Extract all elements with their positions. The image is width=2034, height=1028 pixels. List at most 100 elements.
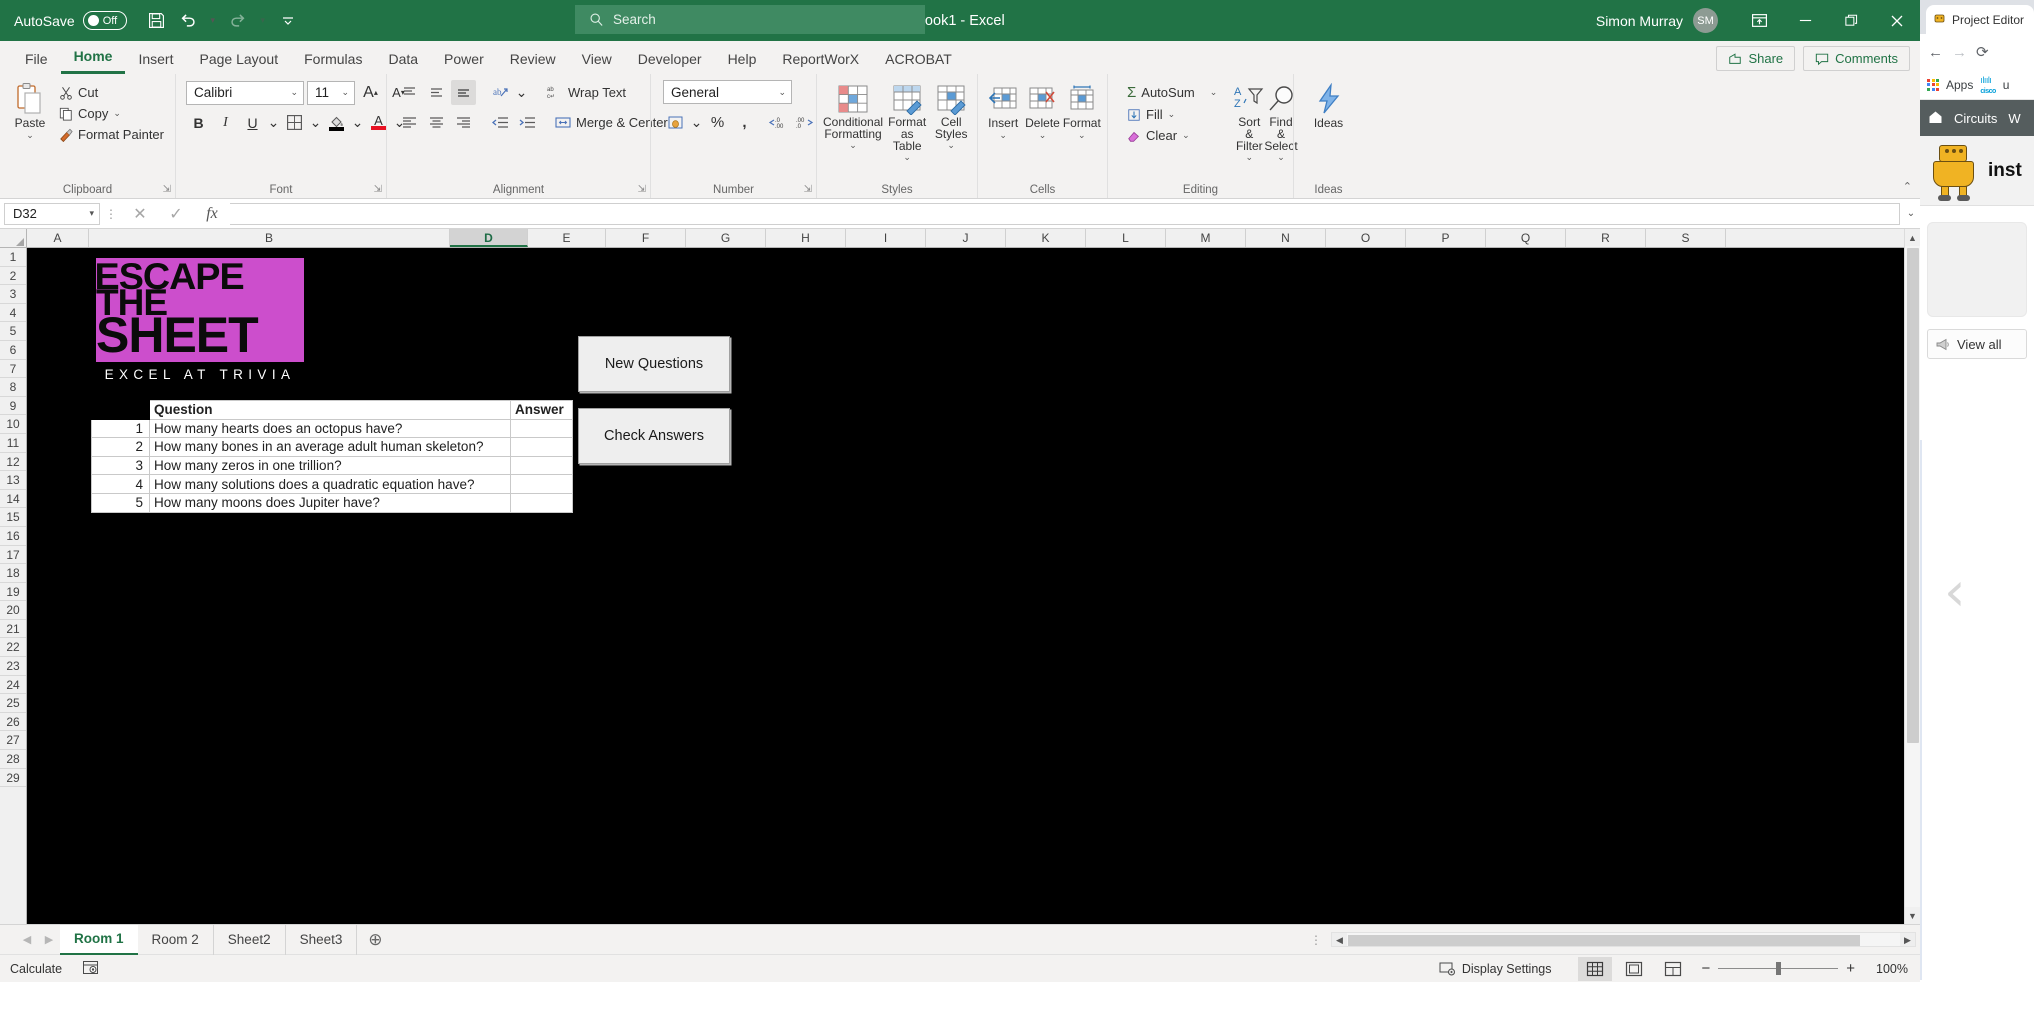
row-header[interactable]: 17 [0,546,26,565]
row-header[interactable]: 19 [0,583,26,602]
row-header[interactable]: 23 [0,657,26,676]
row-header[interactable]: 1 [0,248,26,267]
formula-bar-options-icon[interactable]: ⋮ [100,207,122,221]
collapse-ribbon-icon[interactable]: ⌃ [1903,180,1912,193]
scroll-right-icon[interactable]: ▶ [1900,933,1915,946]
bookmark-item[interactable]: u [2003,78,2010,92]
page-layout-view-icon[interactable] [1617,957,1651,981]
cell-styles-dropdown-icon[interactable]: ⌄ [947,140,955,151]
font-size-combo[interactable]: 11 ⌄ [307,80,355,105]
decrease-indent-icon[interactable] [488,110,513,135]
ribbon-tab-power[interactable]: Power [431,47,497,74]
column-header-M[interactable]: M [1166,229,1246,247]
column-header-K[interactable]: K [1006,229,1086,247]
zoom-level[interactable]: 100% [1866,962,1908,976]
cell-styles-button[interactable]: Cell Styles ⌄ [931,80,971,151]
borders-dropdown-icon[interactable]: ⌄ [309,110,322,135]
clear-button[interactable]: Clear ⌄ [1122,126,1222,145]
table-row[interactable]: 3 How many zeros in one trillion? [91,455,573,476]
format-cells-button[interactable]: Format ⌄ [1063,80,1101,141]
ribbon-tab-acrobat[interactable]: ACROBAT [872,47,965,74]
undo-dropdown-icon[interactable]: ▾ [205,7,221,35]
sort-filter-button[interactable]: AZ Sort & Filter ⌄ [1234,80,1264,163]
answer-input-cell[interactable] [510,437,573,457]
fill-color-dropdown-icon[interactable]: ⌄ [351,110,364,135]
ribbon-tab-file[interactable]: File [12,47,61,74]
font-dialog-launcher[interactable]: ⇲ [374,184,382,195]
grow-font-icon[interactable]: A ▴ [358,80,383,105]
row-header[interactable]: 12 [0,453,26,472]
row-header[interactable]: 5 [0,322,26,341]
ideas-button[interactable]: Ideas [1300,80,1357,130]
row-header[interactable]: 2 [0,267,26,286]
scroll-up-icon[interactable]: ▲ [1905,229,1920,246]
row-header[interactable]: 29 [0,769,26,788]
ribbon-tab-view[interactable]: View [569,47,625,74]
ribbon-tab-review[interactable]: Review [497,47,569,74]
number-format-combo[interactable]: General ⌄ [663,80,792,104]
row-header[interactable]: 26 [0,713,26,732]
format-as-table-button[interactable]: Format as Table ⌄ [885,80,929,163]
page-break-view-icon[interactable] [1656,957,1690,981]
insert-function-icon[interactable]: fx [194,201,230,227]
site-nav-circuits[interactable]: Circuits [1954,111,1997,126]
format-cells-dropdown-icon[interactable]: ⌄ [1078,130,1086,141]
column-header-L[interactable]: L [1086,229,1166,247]
ribbon-tab-developer[interactable]: Developer [625,47,715,74]
align-center-icon[interactable] [424,110,449,135]
grid-cells-area[interactable]: ESCAPE THE SHEET EXCEL AT TRIVIA Questio… [27,248,1920,924]
increase-decimal-icon[interactable]: .0.00 [765,110,790,135]
ribbon-display-options-icon[interactable] [1736,0,1782,41]
row-header[interactable]: 18 [0,564,26,583]
decrease-decimal-icon[interactable]: .00.0 [792,110,817,135]
format-as-table-dropdown-icon[interactable]: ⌄ [903,152,911,163]
cancel-icon[interactable]: ✕ [122,201,158,227]
apps-grid-icon[interactable] [1927,78,1939,91]
row-header[interactable]: 4 [0,304,26,323]
row-header[interactable]: 13 [0,471,26,490]
ribbon-tab-insert[interactable]: Insert [125,47,186,74]
column-header-P[interactable]: P [1406,229,1486,247]
undo-icon[interactable] [174,7,202,35]
vertical-scroll-thumb[interactable] [1907,248,1919,743]
row-header[interactable]: 27 [0,731,26,751]
ribbon-tab-data[interactable]: Data [375,47,431,74]
sheet-tab-room-1[interactable]: Room 1 [60,924,138,955]
ribbon-tab-formulas[interactable]: Formulas [291,47,375,74]
clear-dropdown-icon[interactable]: ⌄ [1182,130,1190,141]
cut-button[interactable]: Cut [54,83,169,102]
conditional-formatting-dropdown-icon[interactable]: ⌄ [849,140,857,151]
row-header[interactable]: 9 [0,397,26,416]
table-row[interactable]: 2 How many bones in an average adult hum… [91,437,573,457]
column-header-D[interactable]: D [450,229,528,247]
column-header-H[interactable]: H [766,229,846,247]
site-nav-next[interactable]: W [2008,111,2020,126]
user-name[interactable]: Simon Murray [1596,13,1683,29]
row-header[interactable]: 14 [0,490,26,509]
view-all-button[interactable]: View all [1927,329,2027,359]
browser-tab[interactable]: Project Editor [1926,5,2034,34]
row-header[interactable]: 28 [0,750,26,769]
horizontal-scrollbar[interactable]: ◀ ▶ [1331,932,1916,947]
prev-sheet-icon[interactable]: ◀ [16,933,38,946]
column-header-J[interactable]: J [926,229,1006,247]
answer-input-cell[interactable] [510,455,573,476]
tab-split-handle[interactable]: ⋮ [1310,933,1322,947]
row-header[interactable]: 22 [0,638,26,658]
borders-icon[interactable] [282,110,307,135]
row-header[interactable]: 25 [0,694,26,713]
sort-filter-dropdown-icon[interactable]: ⌄ [1246,152,1254,163]
ribbon-tab-reportworx[interactable]: ReportWorX [769,47,872,74]
row-header[interactable]: 10 [0,415,26,434]
row-header[interactable]: 15 [0,508,26,527]
share-button[interactable]: Share [1716,46,1796,71]
autosave-control[interactable]: AutoSave Off [14,11,127,30]
column-header-R[interactable]: R [1566,229,1646,247]
avatar[interactable]: SM [1693,8,1718,33]
back-arrow-icon[interactable]: ← [1928,44,1943,61]
table-row[interactable]: 4 How many solutions does a quadratic eq… [91,474,573,494]
autosum-button[interactable]: Σ AutoSum ⌄ [1122,82,1222,103]
apps-label[interactable]: Apps [1946,78,1973,92]
zoom-thumb[interactable] [1776,961,1782,975]
clipboard-dialog-launcher[interactable]: ⇲ [163,184,171,195]
